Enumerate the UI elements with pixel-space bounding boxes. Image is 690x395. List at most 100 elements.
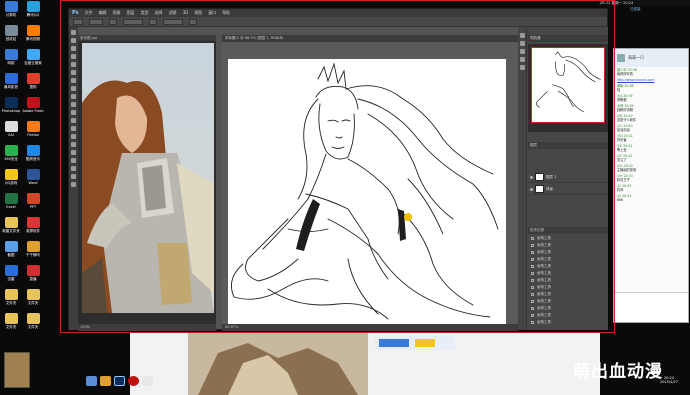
eye-icon[interactable] <box>530 175 533 179</box>
menu-item[interactable]: 视图 <box>194 10 202 16</box>
menu-item[interactable]: 图层 <box>127 10 135 16</box>
zoom-tool-icon[interactable] <box>71 182 76 187</box>
history-row[interactable]: 画笔工具 <box>528 235 608 241</box>
photoshop-window[interactable]: Ps 文件 编辑 图像 图层 类型 选择 滤镜 3D 视图 窗口 帮助 参考图.jpg <box>68 8 608 331</box>
desktop-icon[interactable]: 百度云管家 <box>22 49 44 65</box>
eyedropper-tool-icon[interactable] <box>71 70 76 75</box>
stamp-tool-icon[interactable] <box>71 94 76 99</box>
desktop-icon[interactable]: 新建文件夹 <box>0 217 22 233</box>
desktop-icon[interactable]: 文件夹 <box>0 289 22 305</box>
taskbar-record-icon[interactable] <box>128 375 139 386</box>
desktop-icon[interactable]: 搜狗 <box>22 73 44 89</box>
reference-document[interactable]: 参考图.jpg 100% <box>78 35 216 331</box>
menu-item[interactable]: 选择 <box>155 10 163 16</box>
blur-tool-icon[interactable] <box>71 126 76 131</box>
desktop-icon[interactable]: 千千静听 <box>22 241 44 257</box>
history-icon[interactable] <box>519 33 525 38</box>
desktop-icon[interactable]: 录屏软件 <box>22 217 44 233</box>
history-row[interactable]: 画笔工具 <box>528 305 608 311</box>
brush-size-field[interactable] <box>89 18 103 25</box>
layers-tab[interactable]: 图层 <box>528 142 608 149</box>
heal-tool-icon[interactable] <box>71 78 76 83</box>
eraser-tool-icon[interactable] <box>71 110 76 115</box>
history-row[interactable]: 画笔工具 <box>528 242 608 248</box>
gradient-tool-icon[interactable] <box>71 118 76 123</box>
desktop-icon[interactable]: 计算机 <box>0 1 22 17</box>
menu-item[interactable]: 编辑 <box>99 10 107 16</box>
brush-panel-icon[interactable] <box>519 41 525 46</box>
desktop-icon[interactable]: Adobe Flash <box>22 97 44 113</box>
brush-preset-picker[interactable] <box>73 18 83 25</box>
desktop-icon[interactable]: 酷狗音乐 <box>22 145 44 161</box>
opacity-field[interactable] <box>123 18 143 25</box>
desktop-icon[interactable]: 网络 <box>0 49 22 65</box>
history-tab[interactable]: 历史记录 <box>528 227 608 234</box>
desktop-icon[interactable]: Word <box>22 169 44 185</box>
adjustments-icon[interactable] <box>519 65 525 70</box>
history-row[interactable]: 画笔工具 <box>528 291 608 297</box>
chat-window[interactable]: 萌萌一只 路人甲 20:38 画得好好看 http://www.xxxxxx.com… <box>613 48 689 323</box>
airbrush-icon[interactable] <box>189 18 197 25</box>
taskbar-photoshop-icon[interactable] <box>114 375 125 386</box>
desktop-icon[interactable]: 360安全 <box>0 145 22 161</box>
pen-tool-icon[interactable] <box>71 142 76 147</box>
desktop-icon[interactable]: Photoshop <box>0 97 22 113</box>
dodge-tool-icon[interactable] <box>71 134 76 139</box>
layer-row[interactable]: 图层 1 <box>528 172 608 183</box>
history-brush-tool-icon[interactable] <box>71 102 76 107</box>
history-row[interactable]: 画笔工具 <box>528 277 608 283</box>
sketch-document[interactable]: 未标题-1 @ 66.7% (图层 1, RGB/8) 66.67% <box>222 35 518 331</box>
swatches-icon[interactable] <box>519 57 525 62</box>
path-select-tool-icon[interactable] <box>71 158 76 163</box>
history-row[interactable]: 画笔工具 <box>528 249 608 255</box>
layer-row[interactable]: 背景 <box>528 184 608 195</box>
navigator-tab[interactable]: 导航器 <box>528 35 608 42</box>
wand-tool-icon[interactable] <box>71 54 76 59</box>
lasso-tool-icon[interactable] <box>71 46 76 51</box>
history-row[interactable]: 画笔工具 <box>528 270 608 276</box>
desktop-icon[interactable]: 文件夹 <box>22 313 44 329</box>
desktop-icon[interactable]: 迅雷 <box>0 265 22 281</box>
desktop-icon[interactable]: 直播 <box>22 265 44 281</box>
desktop-icon[interactable]: 回收站 <box>0 25 22 41</box>
flow-field[interactable] <box>163 18 183 25</box>
menu-item[interactable]: 图像 <box>113 10 121 16</box>
menu-item[interactable]: 文件 <box>85 10 93 16</box>
color-icon[interactable] <box>519 49 525 54</box>
eye-icon[interactable] <box>530 187 533 191</box>
desktop-icon[interactable]: Excel <box>0 193 22 209</box>
desktop-icon[interactable]: SAI <box>0 121 22 137</box>
history-row[interactable]: 画笔工具 <box>528 256 608 262</box>
marquee-tool-icon[interactable] <box>71 38 76 43</box>
menu-item[interactable]: 窗口 <box>208 10 216 16</box>
navigator-thumbnail[interactable] <box>531 47 605 123</box>
desktop-icon[interactable]: PPT <box>22 193 44 209</box>
pressure-icon[interactable] <box>149 18 157 25</box>
chat-input[interactable] <box>614 292 688 322</box>
taskbar-media-icon[interactable] <box>100 375 111 386</box>
taskbar-explorer-icon[interactable] <box>86 375 97 386</box>
history-row[interactable]: 画笔工具 <box>528 284 608 290</box>
brush-mode-icon[interactable] <box>109 18 117 25</box>
desktop-icon[interactable]: 腾讯视频 <box>22 25 44 41</box>
chat-message-list[interactable]: 路人甲 20:38 画得好好看 http://www.xxxxxx.com 萌新 20… <box>614 67 688 203</box>
brush-tool-icon[interactable] <box>71 86 76 91</box>
hand-tool-icon[interactable] <box>71 174 76 179</box>
history-row[interactable]: 画笔工具 <box>528 312 608 318</box>
desktop-icon[interactable]: 文件夹 <box>22 289 44 305</box>
navigator-panel[interactable] <box>528 44 608 132</box>
chat-link[interactable]: http://www.xxxxxx.com <box>617 78 685 82</box>
desktop-icon[interactable]: 暴风影音 <box>0 73 22 89</box>
shape-tool-icon[interactable] <box>71 166 76 171</box>
menu-item[interactable]: 帮助 <box>222 10 230 16</box>
drawing-canvas[interactable] <box>228 59 506 331</box>
menu-item[interactable]: 3D <box>183 10 189 16</box>
reference-tab[interactable]: 参考图.jpg <box>78 35 216 41</box>
history-row[interactable]: 画笔工具 <box>528 319 608 325</box>
desktop-icon[interactable]: 截图 <box>0 241 22 257</box>
avatar[interactable] <box>617 54 625 62</box>
menu-item[interactable]: 类型 <box>141 10 149 16</box>
desktop-icon[interactable]: QQ游戏 <box>0 169 22 185</box>
desktop-icon[interactable]: Firefox <box>22 121 44 137</box>
desktop-icon[interactable]: 腾讯QQ <box>22 1 44 17</box>
